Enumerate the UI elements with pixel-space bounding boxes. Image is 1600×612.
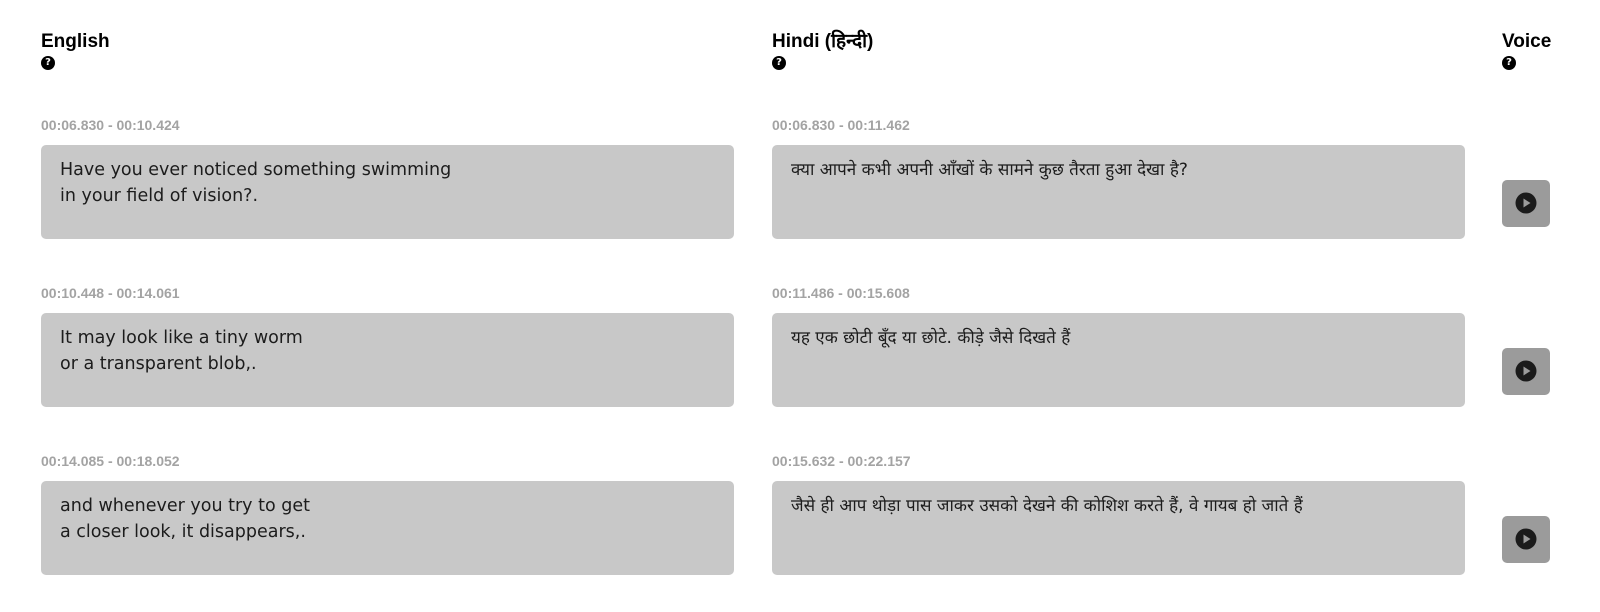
play-voice-button[interactable] [1502, 348, 1550, 395]
play-circle-icon [1515, 360, 1537, 382]
hindi-column-header: Hindi (हिन्दी) ? [772, 31, 873, 70]
english-text-field[interactable]: Have you ever noticed something swimming… [41, 145, 734, 239]
english-timecode: 00:10.448 - 00:14.061 [41, 285, 180, 301]
play-voice-button[interactable] [1502, 516, 1550, 563]
voice-column-header: Voice ? [1502, 31, 1551, 70]
segment-row: 00:14.085 - 00:18.052 and whenever you t… [0, 453, 1600, 603]
hindi-text-field[interactable]: यह एक छोटी बूँद या छोटे. कीड़े जैसे दिखत… [772, 313, 1465, 407]
hindi-text-field[interactable]: जैसे ही आप थोड़ा पास जाकर उसको देखने की … [772, 481, 1465, 575]
voice-help-icon[interactable]: ? [1502, 56, 1516, 70]
english-text-field[interactable]: and whenever you try to get a closer loo… [41, 481, 734, 575]
english-column-title: English [41, 31, 110, 52]
hindi-column-title: Hindi (हिन्दी) [772, 31, 874, 52]
segment-row: 00:10.448 - 00:14.061 It may look like a… [0, 285, 1600, 435]
voice-column-title: Voice [1502, 31, 1552, 52]
english-timecode: 00:14.085 - 00:18.052 [41, 453, 180, 469]
play-circle-icon [1515, 192, 1537, 214]
hindi-timecode: 00:11.486 - 00:15.608 [772, 285, 910, 301]
english-text-field[interactable]: It may look like a tiny worm or a transp… [41, 313, 734, 407]
segment-row: 00:06.830 - 00:10.424 Have you ever noti… [0, 117, 1600, 267]
play-circle-icon [1515, 528, 1537, 550]
hindi-timecode: 00:06.830 - 00:11.462 [772, 117, 910, 133]
english-timecode: 00:06.830 - 00:10.424 [41, 117, 180, 133]
english-column-header: English ? [41, 31, 110, 70]
hindi-timecode: 00:15.632 - 00:22.157 [772, 453, 911, 469]
english-help-icon[interactable]: ? [41, 56, 55, 70]
hindi-text-field[interactable]: क्या आपने कभी अपनी आँखों के सामने कुछ तै… [772, 145, 1465, 239]
play-voice-button[interactable] [1502, 180, 1550, 227]
hindi-help-icon[interactable]: ? [772, 56, 786, 70]
